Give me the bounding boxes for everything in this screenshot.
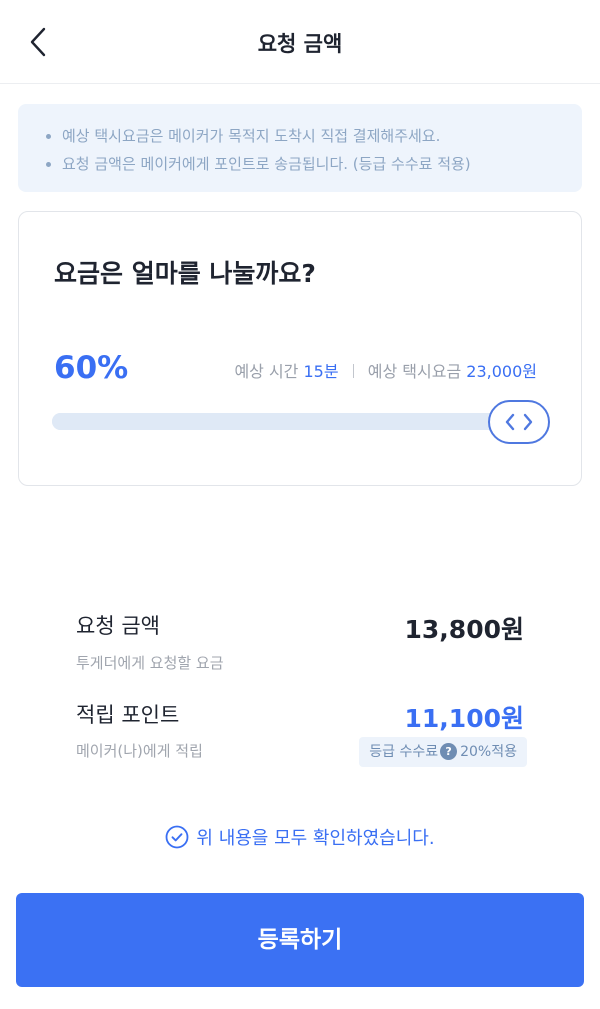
fare-split-question: 요금은 얼마를 나눌까요?	[54, 259, 316, 288]
confirm-text: 위 내용을 모두 확인하였습니다.	[196, 828, 435, 849]
split-slider-track[interactable]	[52, 413, 544, 430]
fare-split-card: 요금은 얼마를 나눌까요? 60% 예상 시간 15분 예상 택시요금 23,0…	[18, 211, 582, 486]
top-app-bar: 요청 금액	[0, 0, 600, 84]
estimate-time-label: 예상 시간	[234, 362, 299, 381]
reward-points-label: 적립 포인트	[76, 703, 180, 727]
notice-item: 요청 금액은 메이커에게 포인트로 송금됩니다. (등급 수수료 적용)	[46, 150, 562, 178]
page-title: 요청 금액	[257, 32, 343, 56]
estimate-fare-label: 예상 택시요금	[367, 362, 462, 381]
estimate-divider	[352, 364, 354, 378]
fee-badge: 등급 수수료? 20%적용	[359, 737, 527, 767]
fee-value: 20%적용	[460, 744, 517, 760]
confirm-checkbox[interactable]: 위 내용을 모두 확인하였습니다.	[0, 824, 600, 850]
trip-estimate: 예상 시간 15분 예상 택시요금 23,000원	[234, 358, 537, 382]
reward-points-sub: 메이커(나)에게 적립	[76, 742, 203, 760]
reward-points-value: 11,100원	[404, 704, 524, 733]
check-circle-icon	[166, 825, 189, 849]
estimate-fare-value: 23,000원	[466, 362, 537, 381]
notice-box: 예상 택시요금은 메이커가 목적지 도착시 직접 결제해주세요. 요청 금액은 …	[18, 104, 582, 192]
request-amount-label: 요청 금액	[76, 614, 160, 638]
request-amount-sub: 투게더에게 요청할 요금	[76, 654, 224, 672]
fee-label: 등급 수수료	[369, 744, 439, 760]
estimate-time-value: 15분	[303, 362, 339, 381]
split-slider-handle[interactable]	[488, 400, 550, 444]
request-amount-value: 13,800원	[404, 615, 524, 644]
split-slider-fill	[52, 413, 348, 430]
notice-item: 예상 택시요금은 메이커가 목적지 도착시 직접 결제해주세요.	[46, 122, 562, 150]
submit-button[interactable]: 등록하기	[16, 893, 584, 987]
question-circle-icon[interactable]: ?	[440, 743, 458, 760]
split-percent: 60%	[54, 350, 129, 386]
chevron-left-right-icon	[505, 413, 533, 431]
